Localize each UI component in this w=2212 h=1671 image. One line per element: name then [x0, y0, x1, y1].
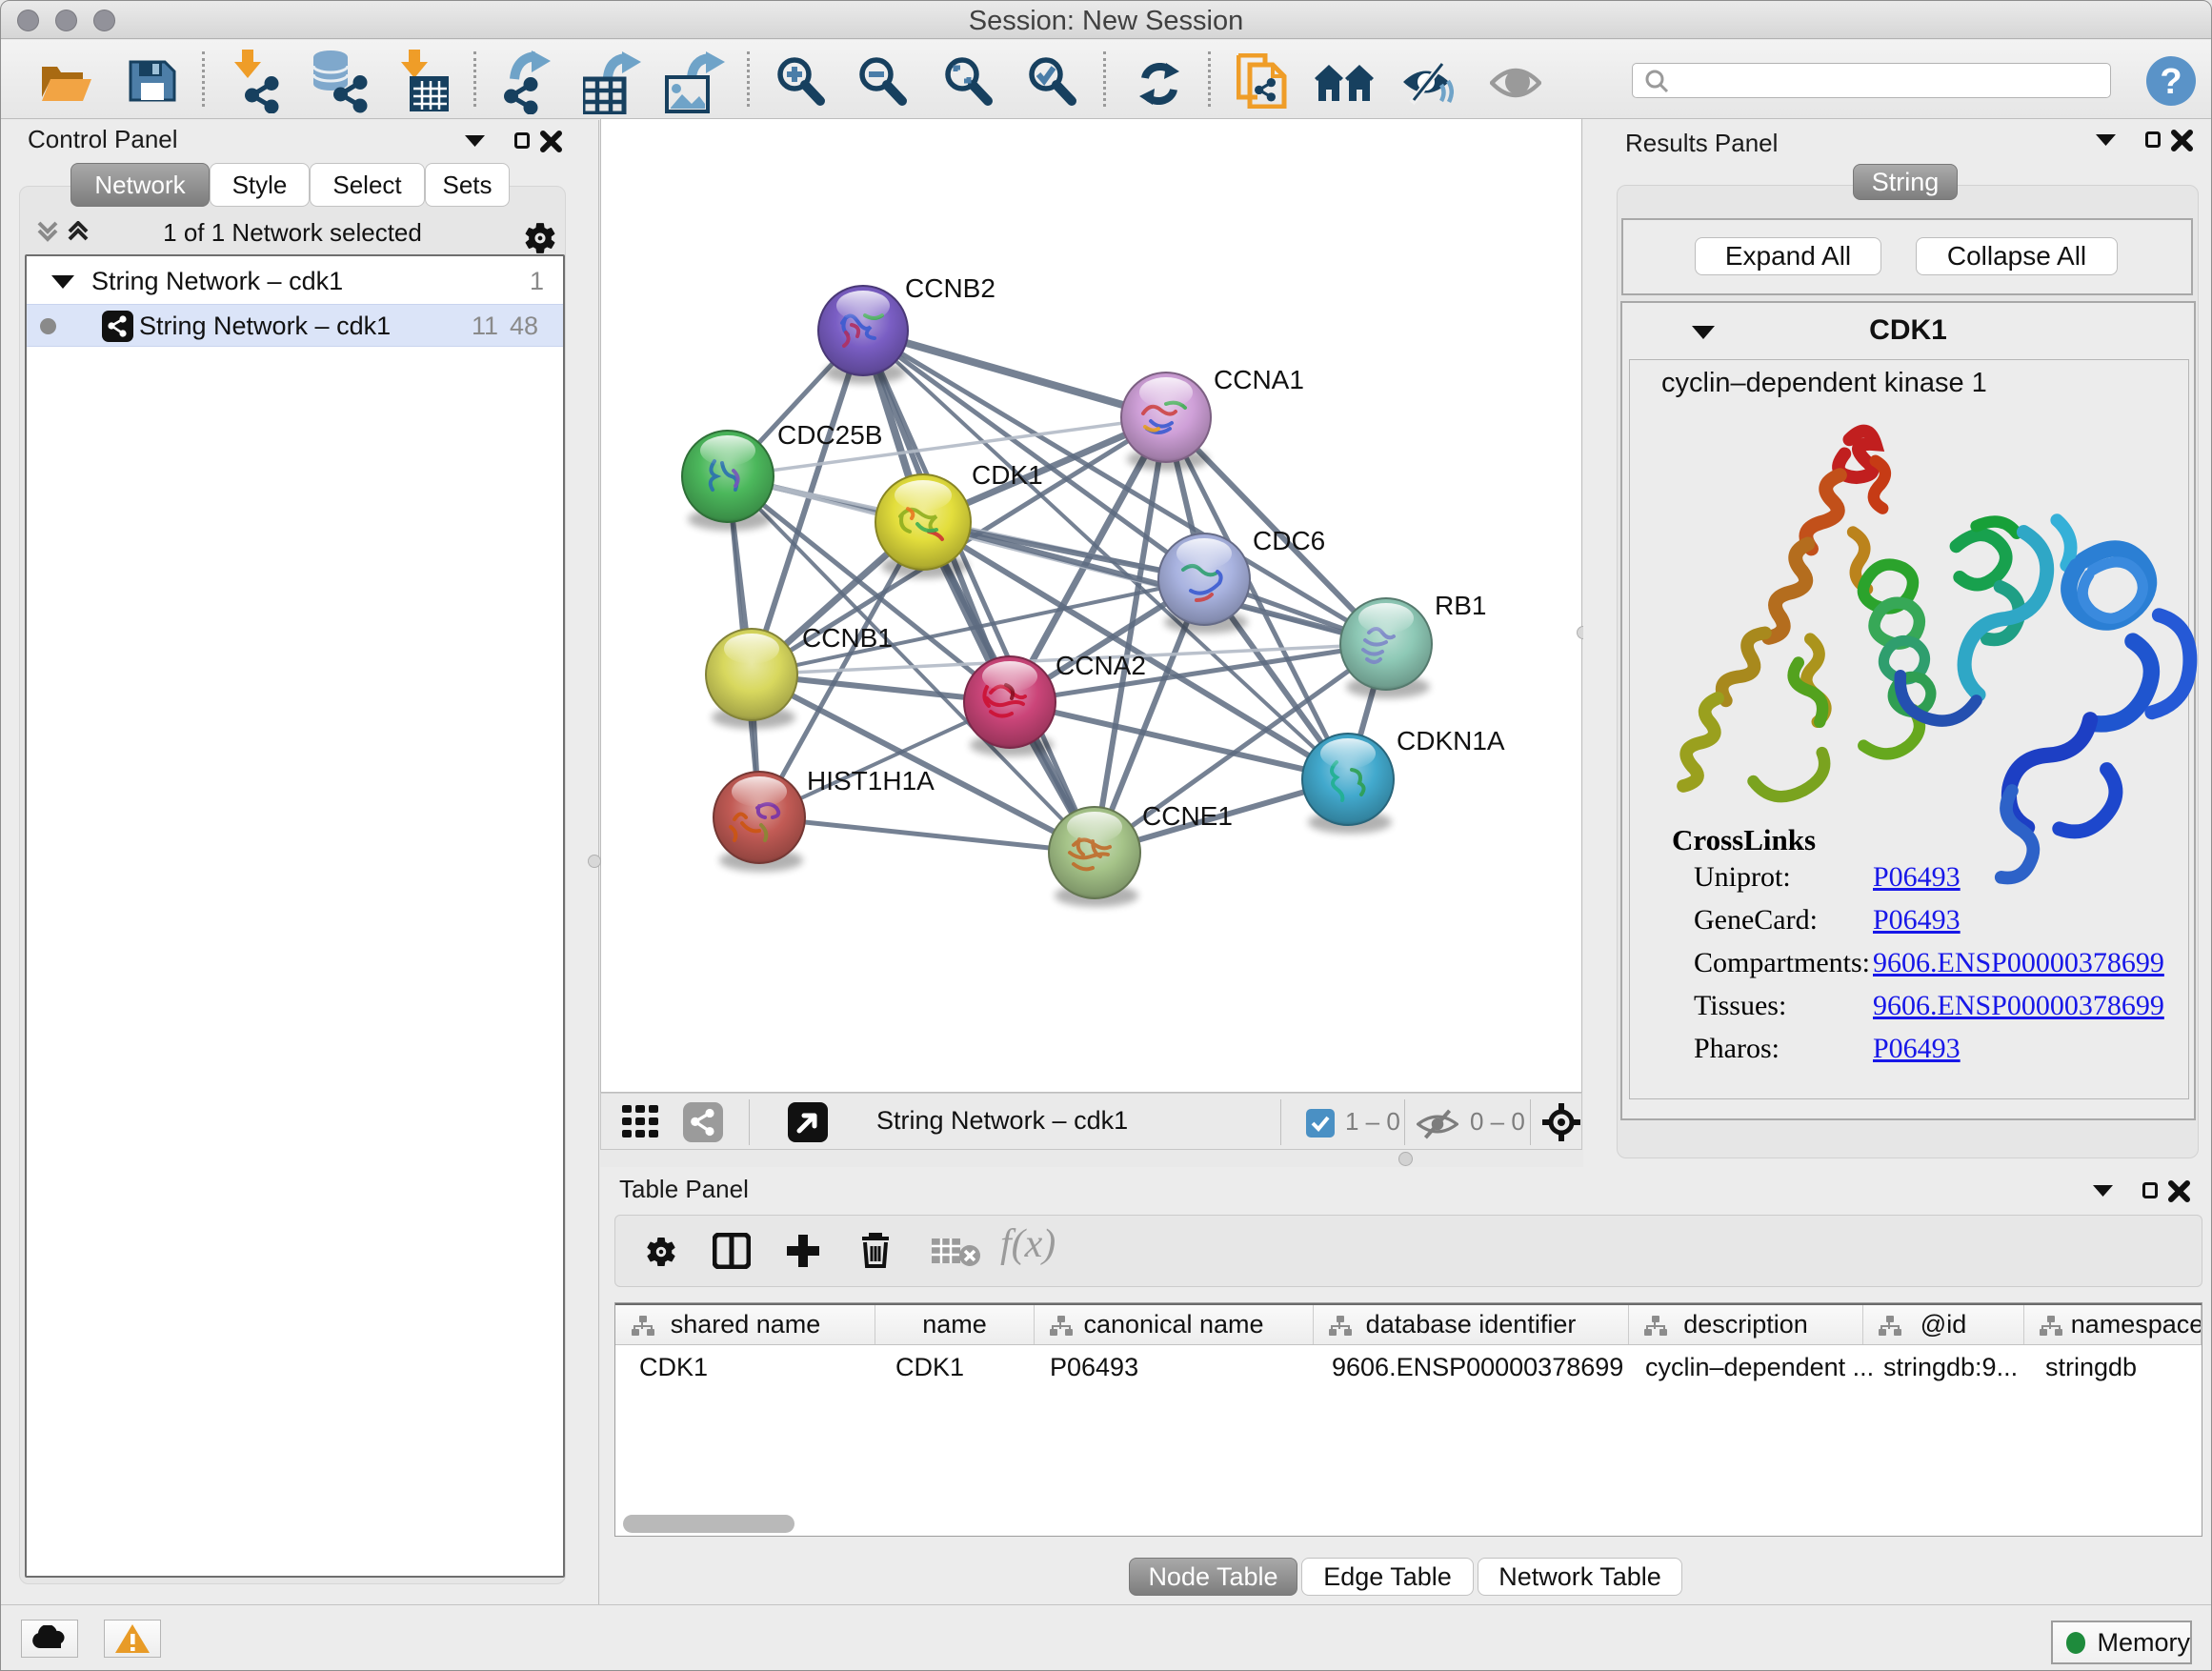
svg-text:CDK1: CDK1 — [972, 460, 1043, 490]
svg-text:CDC6: CDC6 — [1253, 526, 1325, 555]
svg-text:CCNA2: CCNA2 — [1056, 651, 1146, 680]
svg-text:CCNA1: CCNA1 — [1214, 365, 1304, 394]
svg-text:CCNB2: CCNB2 — [905, 273, 995, 303]
svg-text:RB1: RB1 — [1435, 591, 1486, 620]
svg-text:HIST1H1A: HIST1H1A — [807, 766, 935, 795]
svg-text:?: ? — [2160, 62, 2182, 102]
svg-text:CCNB1: CCNB1 — [802, 623, 893, 653]
svg-text:CCNE1: CCNE1 — [1142, 801, 1233, 831]
svg-text:CDKN1A: CDKN1A — [1397, 726, 1505, 755]
svg-text:CDC25B: CDC25B — [777, 420, 882, 450]
